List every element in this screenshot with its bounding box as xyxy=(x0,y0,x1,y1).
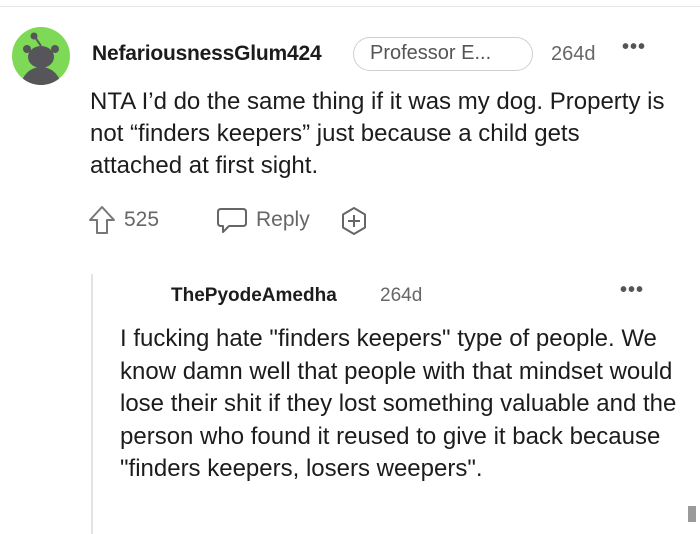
reply-button[interactable]: Reply xyxy=(216,205,310,235)
upvote-arrow-icon xyxy=(89,206,115,234)
top-divider xyxy=(0,6,700,7)
upvote-button[interactable]: 525 xyxy=(88,205,159,235)
reply-username[interactable]: ThePyodeAmedha xyxy=(171,285,337,307)
scrollbar-thumb[interactable] xyxy=(688,506,696,522)
award-button[interactable] xyxy=(338,205,370,237)
comment-username[interactable]: NefariousnessGlum424 xyxy=(92,42,322,66)
user-avatar[interactable] xyxy=(12,27,70,85)
comment-body: NTA I’d do the same thing if it was my d… xyxy=(90,88,665,179)
reply-body: I fucking hate "finders keepers" type of… xyxy=(120,325,677,482)
reply-label: Reply xyxy=(256,208,310,231)
snoo-icon xyxy=(21,32,61,85)
upvote-count: 525 xyxy=(124,208,160,231)
comment-age: 264d xyxy=(551,43,596,65)
reply-age: 264d xyxy=(380,285,423,306)
more-options-icon[interactable]: ••• xyxy=(622,36,646,59)
reply-more-options-icon[interactable]: ••• xyxy=(620,279,644,302)
speech-bubble-icon xyxy=(217,208,247,233)
user-flair: Professor E... xyxy=(353,37,533,71)
comment-actions: 525 Reply xyxy=(88,203,418,239)
thread-line[interactable] xyxy=(91,274,93,534)
award-plus-icon xyxy=(342,207,366,235)
